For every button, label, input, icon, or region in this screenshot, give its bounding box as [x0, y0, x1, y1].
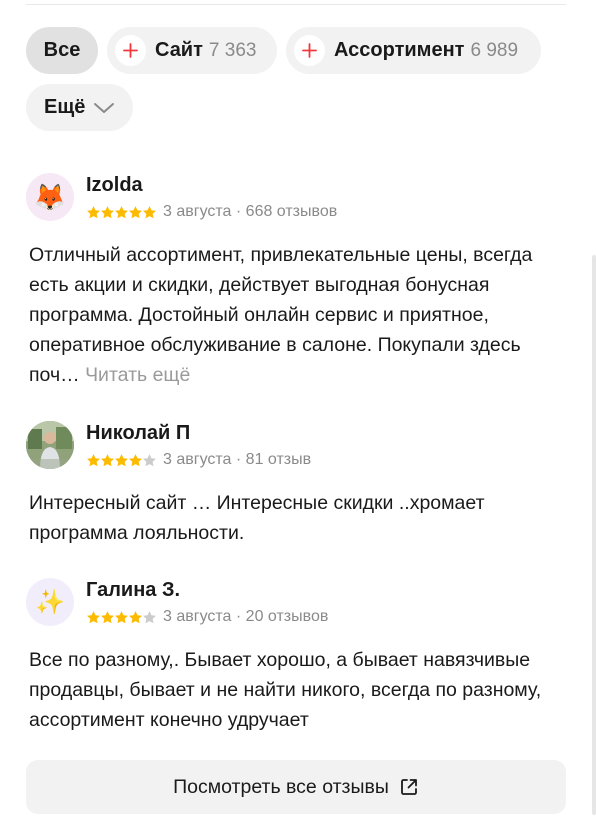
filter-site-label: Сайт	[155, 39, 203, 61]
review-author[interactable]: Галина З.	[86, 578, 180, 602]
star-empty-icon	[143, 453, 156, 466]
rating-stars	[86, 205, 156, 220]
star-filled-icon	[129, 610, 142, 623]
top-divider	[26, 4, 566, 5]
filter-more-dropdown[interactable]: Ещё	[26, 84, 133, 131]
sparkles-emoji-glyph: ✨	[35, 588, 65, 616]
review-text: Интересный сайт … Интересные скидки ..хр…	[29, 488, 569, 548]
filter-assortment-count: 6 989	[470, 39, 519, 61]
filter-assortment-chip[interactable]: Ассортимент 6 989	[286, 27, 541, 74]
review-item: Николай П 3 августа · 81 отзыв Интересны…	[26, 421, 566, 551]
star-filled-icon	[101, 610, 114, 623]
read-more-link[interactable]: Читать ещё	[85, 364, 190, 386]
review-meta: 3 августа · 668 отзывов	[86, 202, 337, 222]
star-filled-icon	[115, 453, 128, 466]
review-meta: 3 августа · 20 отзывов	[86, 607, 328, 627]
rating-stars	[86, 453, 156, 468]
star-filled-icon	[87, 205, 100, 218]
scrollbar[interactable]	[592, 255, 596, 815]
filter-site-count: 7 363	[208, 39, 257, 61]
review-text: Все по разному,. Бывает хорошо, а бывает…	[29, 645, 569, 735]
fox-emoji-glyph: 🦊	[33, 181, 67, 212]
star-filled-icon	[129, 205, 142, 218]
star-filled-icon	[115, 610, 128, 623]
chevron-down-icon	[93, 101, 115, 115]
plus-icon	[115, 35, 146, 66]
review-date-count: 3 августа · 20 отзывов	[163, 608, 329, 625]
review-author[interactable]: Izolda	[86, 173, 143, 197]
external-link-icon	[399, 777, 419, 797]
star-filled-icon	[143, 205, 156, 218]
rating-stars	[86, 610, 156, 625]
review-date-count: 3 августа · 81 отзыв	[163, 451, 312, 468]
star-filled-icon	[87, 453, 100, 466]
review-body: Все по разному,. Бывает хорошо, а бывает…	[29, 649, 542, 731]
review-item: ✨ Галина З. 3 августа · 20 отзывов Все п…	[26, 578, 566, 738]
filter-site-chip[interactable]: Сайт 7 363	[107, 27, 277, 74]
star-filled-icon	[129, 453, 142, 466]
user-photo-avatar-icon[interactable]	[26, 421, 74, 469]
review-meta: 3 августа · 81 отзыв	[86, 450, 311, 470]
review-date-count: 3 августа · 668 отзывов	[163, 203, 338, 220]
view-all-reviews-label: Посмотреть все отзывы	[173, 775, 389, 798]
filter-assortment-label: Ассортимент	[334, 39, 465, 61]
filter-all-chip[interactable]: Все	[26, 27, 98, 74]
review-text: Отличный ассортимент, привлекательные це…	[29, 240, 569, 390]
review-author[interactable]: Николай П	[86, 421, 190, 445]
star-empty-icon	[143, 610, 156, 623]
review-item: 🦊 Izolda 3 августа · 668 отзывов Отличны…	[26, 173, 566, 393]
filter-more-label: Ещё	[44, 96, 86, 118]
star-filled-icon	[87, 610, 100, 623]
review-body: Интересный сайт … Интересные скидки ..хр…	[29, 492, 485, 544]
fox-avatar-icon[interactable]: 🦊	[26, 173, 74, 221]
filter-all-label: Все	[43, 39, 81, 61]
star-filled-icon	[101, 205, 114, 218]
view-all-reviews-button[interactable]: Посмотреть все отзывы	[26, 760, 566, 814]
star-filled-icon	[101, 453, 114, 466]
sparkles-avatar-icon[interactable]: ✨	[26, 578, 74, 626]
plus-icon	[294, 35, 325, 66]
star-filled-icon	[115, 205, 128, 218]
